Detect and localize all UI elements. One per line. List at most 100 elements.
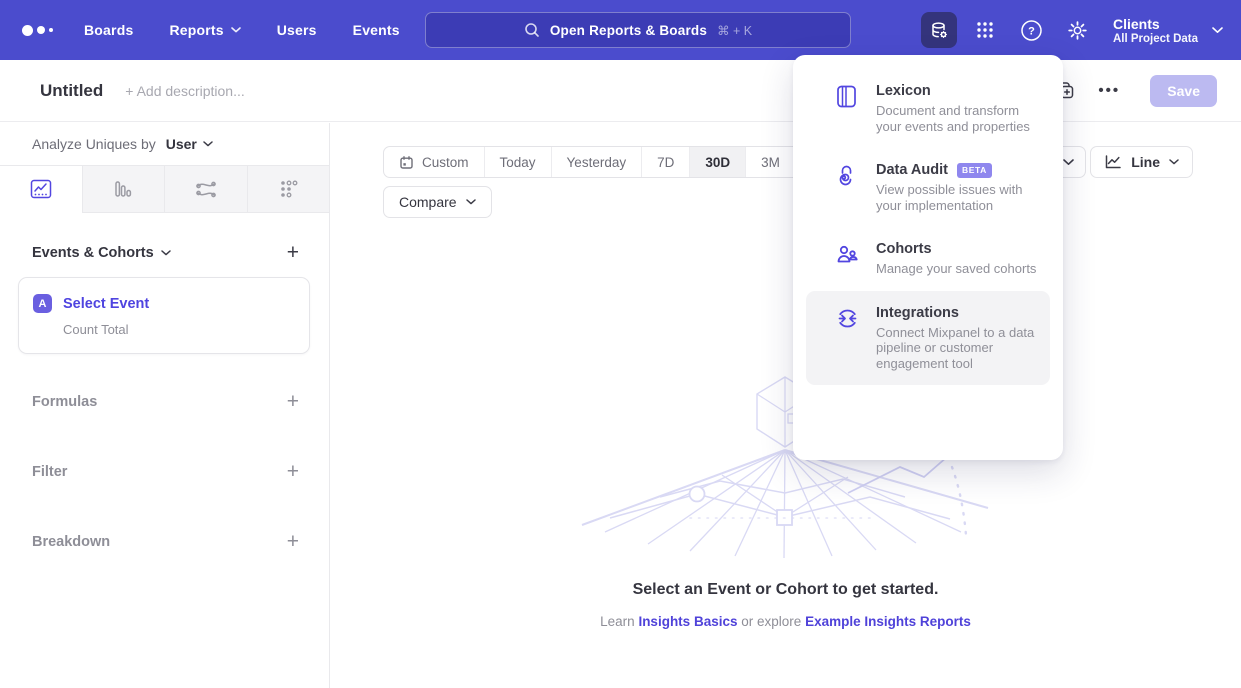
analyze-value-dropdown[interactable]: User — [166, 136, 213, 152]
add-event-button[interactable]: + — [287, 242, 299, 263]
navbar-right: ? Clients All Project Data — [921, 0, 1223, 60]
event-aggregation[interactable]: Count Total — [63, 322, 295, 337]
nav-boards[interactable]: Boards — [84, 22, 133, 38]
nav-users[interactable]: Users — [277, 22, 317, 38]
add-description-field[interactable]: + Add description... — [125, 83, 244, 99]
add-breakdown-button[interactable]: + — [287, 531, 299, 552]
gear-icon — [1066, 19, 1089, 42]
chevron-down-icon — [1212, 27, 1223, 34]
viz-tab-metric[interactable] — [247, 166, 330, 213]
menu-item-description: Manage your saved cohorts — [876, 261, 1036, 277]
events-cohorts-section: Events & Cohorts + — [0, 242, 329, 263]
date-range-label: Today — [500, 155, 536, 170]
date-range-label: 30D — [705, 155, 730, 170]
breakdown-section: Breakdown + — [0, 531, 329, 552]
nav-events-label: Events — [353, 22, 400, 38]
nav-events[interactable]: Events — [353, 22, 400, 38]
menu-item-title: Lexicon — [876, 83, 1040, 99]
global-search-input[interactable]: Open Reports & Boards ⌘ + K — [425, 12, 851, 48]
breakdown-label: Breakdown — [32, 534, 110, 550]
ellipsis-icon: ••• — [1098, 82, 1120, 99]
learn-prefix: Learn — [600, 614, 635, 629]
more-options-button[interactable]: ••• — [1094, 76, 1124, 106]
insights-basics-link[interactable]: Insights Basics — [638, 614, 737, 629]
menu-item-title: Cohorts — [876, 241, 1036, 257]
analyze-value: User — [166, 136, 197, 152]
events-cohorts-label: Events & Cohorts — [32, 245, 154, 261]
viz-tab-line[interactable] — [0, 166, 82, 213]
app-root: Boards Reports Users Events Open Reports… — [0, 0, 1241, 688]
menu-item-title: Integrations — [876, 305, 1040, 321]
chevron-down-icon — [231, 27, 241, 33]
save-button[interactable]: Save — [1150, 75, 1217, 107]
project-name: Clients — [1113, 16, 1198, 33]
chart-type-label: Line — [1131, 154, 1160, 170]
formulas-section: Formulas + — [0, 391, 329, 412]
formulas-label: Formulas — [32, 394, 97, 410]
compare-button[interactable]: Compare — [383, 186, 492, 218]
help-button[interactable]: ? — [1013, 12, 1049, 48]
add-filter-button[interactable]: + — [287, 461, 299, 482]
query-sidebar: Analyze Uniques by User — [0, 123, 330, 688]
data-audit-icon — [835, 162, 859, 213]
project-scope: All Project Data — [1113, 33, 1198, 45]
report-header-actions: ••• Save — [1050, 75, 1217, 107]
chevron-down-icon — [203, 141, 213, 147]
date-range-yesterday[interactable]: Yesterday — [551, 147, 642, 177]
date-range-control: Custom Today Yesterday 7D 30D 3M 6M — [383, 146, 846, 178]
primary-nav: Boards Reports Users Events — [84, 22, 400, 38]
date-range-7d[interactable]: 7D — [641, 147, 689, 177]
menu-item-title: Data Audit — [876, 162, 948, 178]
middle-text: or explore — [741, 614, 801, 629]
visualization-tabs — [0, 165, 329, 213]
search-placeholder: Open Reports & Boards — [550, 23, 707, 38]
database-gear-icon — [928, 19, 950, 41]
menu-item-data-audit[interactable]: Data Audit BETA View possible issues wit… — [806, 148, 1050, 227]
calendar-icon — [399, 155, 414, 170]
nav-boards-label: Boards — [84, 22, 133, 38]
nav-users-label: Users — [277, 22, 317, 38]
mixpanel-logo-icon[interactable] — [22, 25, 70, 36]
data-management-menu: Lexicon Document and transform your even… — [793, 55, 1063, 460]
example-reports-link[interactable]: Example Insights Reports — [805, 614, 971, 629]
menu-item-lexicon[interactable]: Lexicon Document and transform your even… — [806, 69, 1050, 148]
integrations-sync-icon — [835, 305, 859, 372]
nav-reports-label: Reports — [169, 22, 223, 38]
chevron-down-icon — [161, 250, 171, 256]
search-icon — [524, 22, 540, 38]
empty-state: Select an Event or Cohort to get started… — [330, 581, 1241, 629]
settings-button[interactable] — [1059, 12, 1095, 48]
top-navbar: Boards Reports Users Events Open Reports… — [0, 0, 1241, 60]
date-range-today[interactable]: Today — [484, 147, 551, 177]
viz-tab-bar[interactable] — [82, 166, 165, 213]
date-range-custom[interactable]: Custom — [384, 147, 484, 177]
chart-type-dropdown[interactable]: Line — [1090, 146, 1193, 178]
report-title[interactable]: Untitled — [40, 81, 103, 101]
date-range-30d[interactable]: 30D — [689, 147, 745, 177]
select-event-button[interactable]: Select Event — [63, 296, 149, 312]
date-range-3m[interactable]: 3M — [745, 147, 795, 177]
viz-tab-flow[interactable] — [164, 166, 247, 213]
search-shortcut: ⌘ + K — [717, 23, 752, 38]
data-management-button[interactable] — [921, 12, 957, 48]
menu-item-description: Connect Mixpanel to a data pipeline or c… — [876, 325, 1040, 372]
menu-item-integrations[interactable]: Integrations Connect Mixpanel to a data … — [806, 291, 1050, 386]
apps-grid-button[interactable] — [967, 12, 1003, 48]
help-icon: ? — [1020, 19, 1043, 42]
metric-dots-icon — [277, 178, 299, 200]
project-switcher[interactable]: Clients All Project Data — [1113, 16, 1223, 45]
grid-dots-icon — [974, 19, 996, 41]
event-letter-badge: A — [33, 294, 52, 313]
nav-reports[interactable]: Reports — [169, 22, 240, 38]
event-card[interactable]: A Select Event Count Total — [18, 277, 310, 354]
menu-item-description: View possible issues with your implement… — [876, 182, 1040, 213]
compare-label: Compare — [399, 194, 457, 210]
menu-item-cohorts[interactable]: Cohorts Manage your saved cohorts — [806, 227, 1050, 291]
add-formula-button[interactable]: + — [287, 391, 299, 412]
lexicon-book-icon — [835, 83, 859, 134]
line-chart-icon — [29, 178, 53, 200]
menu-item-description: Document and transform your events and p… — [876, 103, 1040, 134]
events-cohorts-dropdown[interactable]: Events & Cohorts — [32, 245, 171, 261]
flow-icon — [194, 178, 218, 200]
line-chart-icon — [1104, 154, 1122, 170]
